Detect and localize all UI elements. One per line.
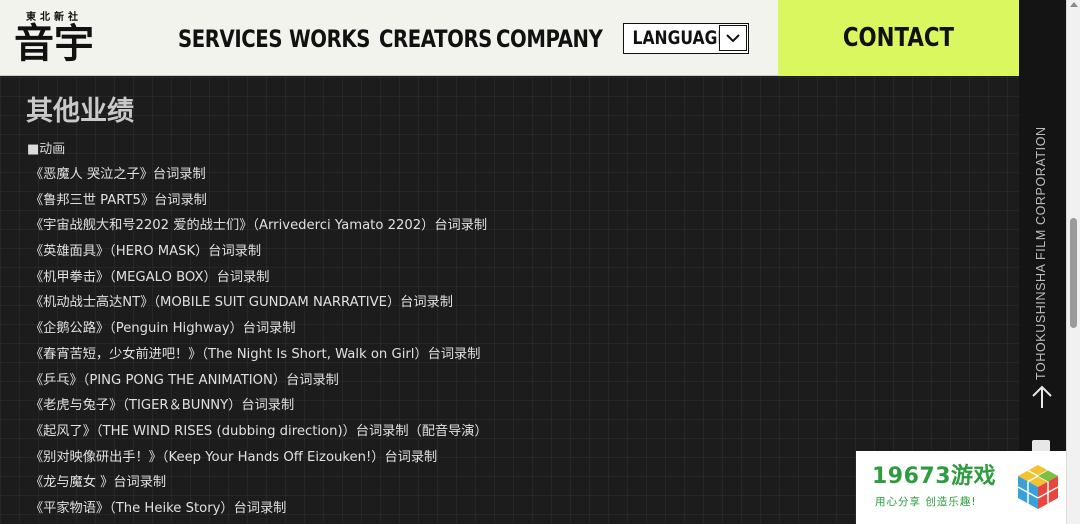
site-header: 東北新社 音宇 SERVICES WORKS CREATORS COMPANY …	[0, 0, 1019, 76]
list-item: 《乒乓》（PING PONG THE ANIMATION）台词录制	[30, 372, 339, 388]
nav-works[interactable]: WORKS	[289, 22, 370, 56]
watermark: 19673游戏 用心分享 创造乐趣!	[856, 451, 1066, 524]
scroll-up-icon[interactable]	[1070, 2, 1078, 7]
nav-creators[interactable]: CREATORS	[379, 22, 492, 56]
language-select[interactable]: LANGUAGE	[623, 23, 749, 54]
contact-button[interactable]: CONTACT	[778, 0, 1019, 76]
list-item: 《别对映像研出手！》（Keep Your Hands Off Eizouken!…	[30, 449, 438, 465]
site-logo[interactable]: 東北新社 音宇	[14, 8, 104, 70]
list-item: 《机动战士高达NT》（MOBILE SUIT GUNDAM NARRATIVE）…	[30, 295, 453, 311]
list-item: 《起风了》（THE WIND RISES (dubbing direction)…	[30, 423, 488, 439]
vertical-company-name: TOHOKUSHINSHA FILM CORPORATION	[1034, 126, 1048, 380]
list-item: 《英雄面具》（HERO MASK）台词录制	[30, 244, 262, 260]
list-item: 《机甲拳击》（MEGALO BOX）台词录制	[30, 269, 270, 285]
logo-mark: 音宇	[14, 20, 94, 67]
section-title: 其他业绩	[26, 96, 134, 127]
page-scrollbar[interactable]	[1066, 0, 1080, 524]
works-list: 《恶魔人 哭泣之子》台词录制 《鲁邦三世 PART5》台词录制 《宇宙战舰大和号…	[30, 165, 488, 524]
nav-services[interactable]: SERVICES	[178, 22, 283, 56]
watermark-subtitle: 用心分享 创造乐趣!	[875, 496, 977, 508]
list-item: 《平家物语》（The Heike Story）台词录制	[30, 500, 287, 516]
list-item: 《鲁邦三世 PART5》台词录制	[30, 192, 207, 208]
list-item: 《恶魔人 哭泣之子》台词录制	[30, 167, 206, 182]
watermark-title: 19673游戏	[872, 464, 997, 489]
list-item: 《龙与魔女 》台词录制	[30, 475, 167, 491]
arrow-up-icon[interactable]	[1030, 384, 1054, 414]
nav-company[interactable]: COMPANY	[496, 22, 603, 56]
contact-label: CONTACT	[842, 23, 955, 53]
list-item: 《春宵苦短，少女前进吧！》（The Night Is Short, Walk o…	[30, 346, 481, 362]
list-item: 《老虎与兔子》（TIGER＆BUNNY）台词录制	[30, 398, 295, 414]
list-item: 《宇宙战舰大和号2202 爱的战士们》（Arrivederci Yamato 2…	[30, 218, 488, 234]
language-label: LANGUAGE	[632, 27, 729, 49]
category-label: ■动画	[27, 142, 66, 157]
cube-logo-icon	[1016, 463, 1060, 515]
chevron-down-icon[interactable]	[719, 25, 747, 51]
scroll-thumb[interactable]	[1070, 218, 1077, 328]
list-item: 《企鹅公路》（Penguin Highway）台词录制	[30, 321, 296, 337]
